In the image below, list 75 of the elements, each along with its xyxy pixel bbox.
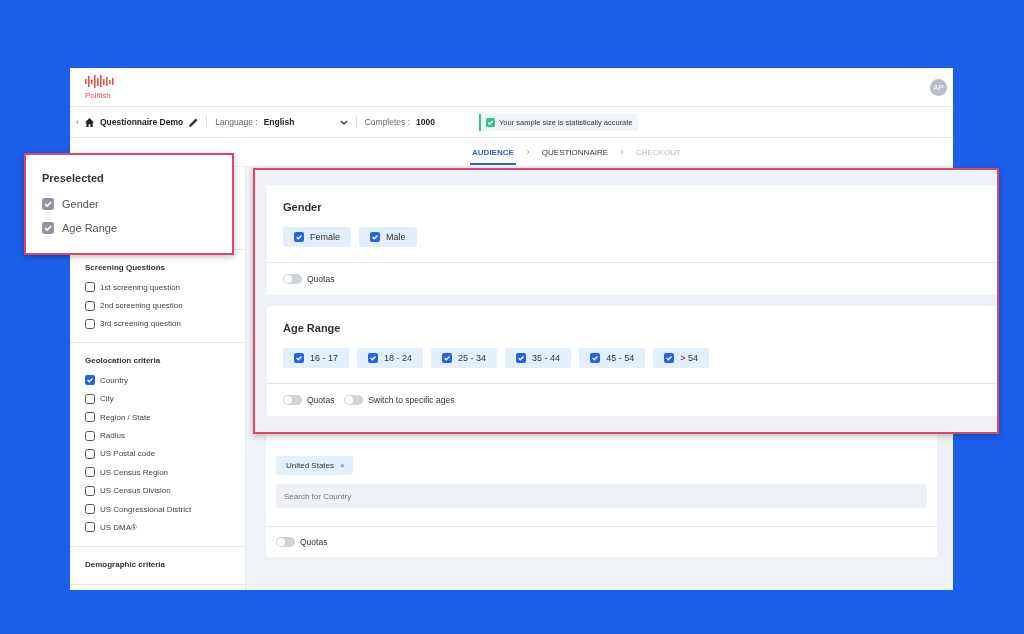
- toggle-label: Quotas: [307, 395, 335, 405]
- checked-checkbox[interactable]: [590, 353, 601, 363]
- option-chip[interactable]: 45 - 54: [579, 348, 646, 368]
- toggle-label: Switch to specific ages: [368, 395, 455, 405]
- option-chip[interactable]: 16 - 17: [283, 348, 350, 368]
- toggle-switch[interactable]: [283, 274, 302, 284]
- checked-checkbox[interactable]: [516, 353, 527, 363]
- option-chip[interactable]: 18 - 24: [357, 348, 424, 368]
- option-chip[interactable]: > 54: [653, 348, 709, 368]
- language-label: Language :: [215, 117, 258, 127]
- checked-checkbox[interactable]: [664, 353, 675, 363]
- checked-checkbox[interactable]: [294, 232, 304, 242]
- toggle-switch[interactable]: [283, 395, 302, 405]
- logo-icon: [85, 74, 115, 88]
- chevron-right-icon: [620, 149, 625, 155]
- option-chip[interactable]: Female: [283, 227, 351, 247]
- checkbox-label: US Postal code: [100, 449, 156, 459]
- language-dropdown[interactable]: English: [263, 117, 348, 127]
- chevron-down-icon: [339, 119, 348, 125]
- section-heading: Geolocation criteria: [85, 356, 162, 366]
- check-icon: [485, 117, 495, 127]
- toggle-switch[interactable]: [344, 395, 364, 405]
- callout-title: Preselected: [42, 172, 105, 184]
- checkbox-label: US DMA®: [100, 523, 137, 532]
- country-chip: United States ×: [276, 456, 353, 475]
- checkbox[interactable]: [85, 282, 95, 293]
- card-heading: Gender: [283, 201, 323, 213]
- checkbox[interactable]: [85, 430, 95, 441]
- checked-checkbox[interactable]: [442, 353, 453, 363]
- checkbox[interactable]: [85, 448, 95, 459]
- home-icon[interactable]: [85, 117, 94, 127]
- checkbox[interactable]: [85, 485, 95, 496]
- option-chip[interactable]: 25 - 34: [431, 348, 498, 368]
- checkbox[interactable]: [85, 412, 95, 423]
- checked-checkbox[interactable]: [294, 353, 304, 363]
- remove-button[interactable]: ×: [340, 461, 345, 470]
- pencil-icon[interactable]: [189, 117, 199, 127]
- step-tab[interactable]: QUESTIONNAIRE: [539, 139, 611, 165]
- toggle-label: Quotas: [300, 537, 328, 547]
- checkbox[interactable]: [85, 318, 95, 329]
- back-link[interactable]: ‹: [76, 117, 79, 127]
- completes-value: 1000: [416, 117, 435, 127]
- checkbox[interactable]: [85, 522, 95, 533]
- checked-checkbox[interactable]: [85, 375, 95, 386]
- option-chip[interactable]: 35 - 44: [505, 348, 572, 368]
- search-field[interactable]: Search for Country: [276, 484, 927, 508]
- card-heading: Age Range: [283, 322, 342, 334]
- checkbox-label: Country: [100, 375, 128, 385]
- checkbox-label: US Congressional District: [100, 504, 192, 514]
- toggle-switch[interactable]: [276, 537, 295, 547]
- section-heading: Screening Questions: [85, 263, 167, 272]
- checkbox-label: 1st screening question: [100, 282, 181, 292]
- checkbox[interactable]: [85, 300, 95, 311]
- checkbox[interactable]: [85, 393, 95, 404]
- checkbox-label: Region / State: [100, 412, 151, 422]
- logo-text: Pollfish: [85, 90, 111, 100]
- checked-checkbox[interactable]: [370, 232, 380, 242]
- checkbox[interactable]: [85, 504, 95, 515]
- checkbox-label: Age Range: [62, 222, 118, 234]
- completes-label: Completes :: [364, 117, 411, 127]
- chevron-right-icon: [525, 149, 530, 155]
- checkbox-label: Radius: [100, 431, 125, 441]
- checkbox[interactable]: [85, 467, 95, 478]
- checkbox-label: US Census Region: [100, 467, 169, 477]
- section-heading: Demographic criteria: [85, 559, 167, 569]
- checkbox-label: Gender: [62, 198, 99, 210]
- checkbox-label: US Census Division: [100, 486, 171, 496]
- checkbox-label: 3rd screening question: [100, 319, 181, 329]
- checked-checkbox[interactable]: [368, 353, 379, 363]
- questionnaire-title: Questionnaire Demo: [100, 117, 184, 127]
- toggle-label: Quotas: [307, 274, 335, 284]
- step-tab[interactable]: AUDIENCE: [470, 139, 516, 165]
- checkbox-label: 2nd screening question: [100, 301, 183, 311]
- option-chip[interactable]: Male: [359, 227, 417, 247]
- checkbox-label: City: [100, 394, 114, 404]
